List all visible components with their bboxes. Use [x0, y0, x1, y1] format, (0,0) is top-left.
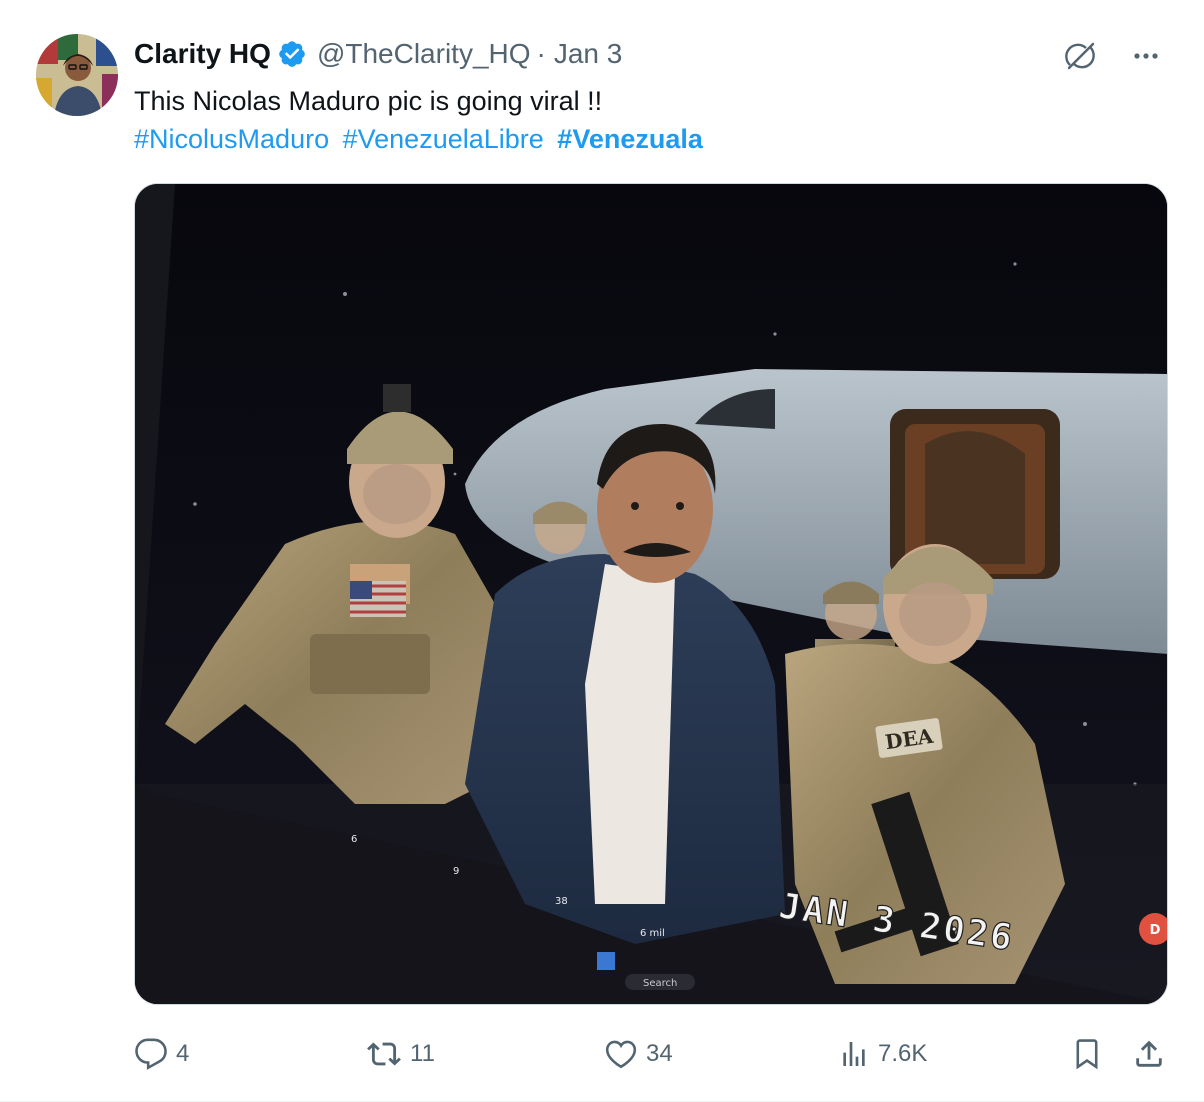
share-icon — [1132, 1037, 1166, 1071]
author-handle[interactable]: @TheClarity_HQ — [317, 38, 531, 70]
verified-badge-icon — [277, 39, 307, 69]
bookmark-button[interactable] — [1070, 1032, 1104, 1076]
tweet[interactable]: Clarity HQ @TheClarity_HQ · Jan 3 This N… — [0, 0, 1204, 1102]
tweet-time[interactable]: Jan 3 — [554, 38, 623, 70]
tweet-media[interactable]: DEA 6 9 38 6 mil Search D JAN 3 2026 — [134, 183, 1168, 1005]
like-count: 34 — [646, 1040, 673, 1067]
tweet-top-actions — [1060, 36, 1166, 76]
svg-text:6 mil: 6 mil — [640, 928, 665, 939]
bookmark-icon — [1070, 1037, 1104, 1071]
avatar-image — [36, 34, 118, 116]
like-button[interactable]: 34 — [604, 1032, 673, 1076]
blurred-face — [363, 464, 431, 524]
reply-count: 4 — [176, 1040, 190, 1067]
reply-button[interactable]: 4 — [134, 1032, 189, 1076]
hashtag-link[interactable]: #VenezuelaLibre — [343, 124, 544, 154]
reply-icon — [134, 1037, 168, 1071]
tweet-header: Clarity HQ @TheClarity_HQ · Jan 3 — [134, 34, 622, 74]
svg-text:9: 9 — [453, 866, 459, 877]
hashtag-link[interactable]: #NicolusMaduro — [134, 124, 329, 154]
views-icon — [838, 1037, 870, 1071]
tweet-text: This Nicolas Maduro pic is going viral !… — [134, 86, 603, 116]
svg-text:6: 6 — [351, 834, 357, 845]
svg-text:Search: Search — [643, 978, 677, 989]
repost-icon — [366, 1037, 402, 1071]
svg-text:38: 38 — [555, 896, 568, 907]
like-icon — [604, 1037, 638, 1071]
views-button[interactable]: 7.6K — [838, 1032, 927, 1076]
author-name[interactable]: Clarity HQ — [134, 38, 271, 70]
header-separator: · — [536, 38, 546, 69]
hashtag-link[interactable]: #Venezuala — [557, 124, 703, 154]
avatar[interactable] — [36, 34, 118, 116]
svg-text:D: D — [1150, 923, 1161, 938]
repost-button[interactable]: 11 — [366, 1032, 435, 1076]
share-button[interactable] — [1132, 1032, 1166, 1076]
blurred-face — [899, 582, 971, 646]
views-count: 7.6K — [878, 1040, 928, 1067]
grok-icon[interactable] — [1060, 36, 1100, 76]
tweet-actions: 4 11 34 7.6K — [134, 1032, 1168, 1076]
media-photo: DEA 6 9 38 6 mil Search D JAN 3 2026 — [135, 184, 1167, 1004]
tweet-hashtags: #NicolusMaduro #VenezuelaLibre #Venezual… — [134, 120, 709, 158]
repost-count: 11 — [410, 1040, 435, 1067]
more-icon[interactable] — [1126, 36, 1166, 76]
us-flag-patch — [350, 581, 406, 617]
